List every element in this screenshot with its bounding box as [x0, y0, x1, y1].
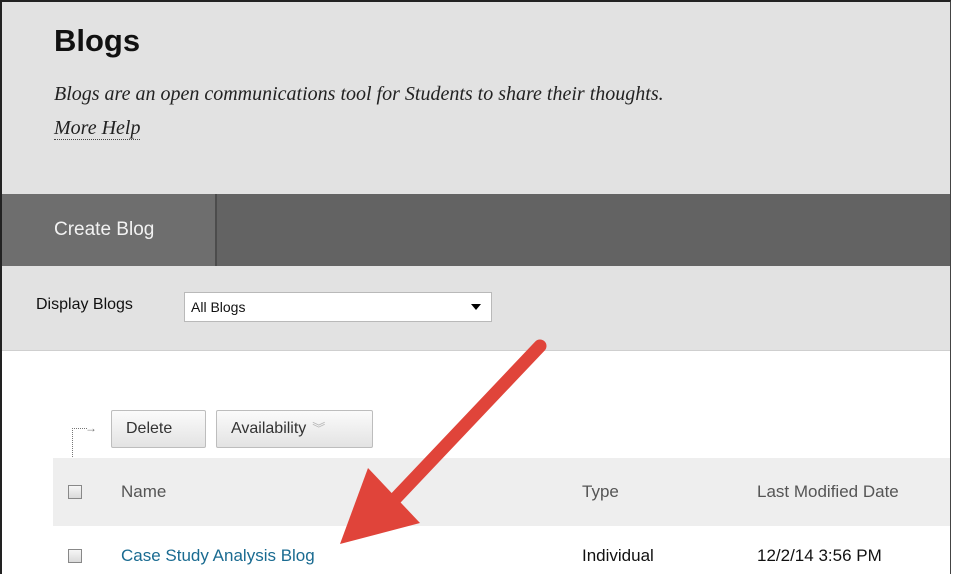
- row-checkbox[interactable]: [68, 549, 82, 563]
- dropdown-caret-icon: [471, 304, 481, 310]
- page-title: Blogs: [54, 23, 141, 58]
- more-help-link[interactable]: More Help: [54, 117, 141, 140]
- create-blog-button[interactable]: Create Blog: [2, 194, 217, 266]
- tree-arrow-icon: →: [85, 421, 97, 435]
- display-blogs-label: Display Blogs: [36, 296, 133, 313]
- availability-button[interactable]: Availability ︾: [216, 410, 373, 448]
- blogs-page: Blogs Blogs are an open communications t…: [0, 0, 951, 574]
- filter-bar: Display Blogs All Blogs: [2, 266, 950, 351]
- column-header-name[interactable]: Name: [121, 482, 166, 502]
- page-header: Blogs Blogs are an open communications t…: [2, 2, 950, 195]
- action-bar: Create Blog: [2, 194, 950, 266]
- column-header-last-modified[interactable]: Last Modified Date: [757, 482, 899, 502]
- table-row: Case Study Analysis Blog Individual 12/2…: [53, 526, 950, 574]
- delete-button[interactable]: Delete: [111, 410, 206, 448]
- column-header-type[interactable]: Type: [582, 482, 619, 502]
- page-description: Blogs are an open communications tool fo…: [54, 83, 664, 105]
- display-blogs-select[interactable]: All Blogs: [184, 292, 492, 322]
- availability-label: Availability: [231, 420, 307, 437]
- chevron-double-down-icon: ︾: [312, 421, 326, 436]
- blog-name-link[interactable]: Case Study Analysis Blog: [121, 546, 315, 566]
- select-all-checkbox[interactable]: [68, 485, 82, 499]
- display-blogs-selected-value: All Blogs: [191, 299, 246, 315]
- table-header-row: Name Type Last Modified Date: [53, 458, 950, 526]
- blog-type: Individual: [582, 546, 654, 565]
- blog-last-modified: 12/2/14 3:56 PM: [757, 546, 882, 565]
